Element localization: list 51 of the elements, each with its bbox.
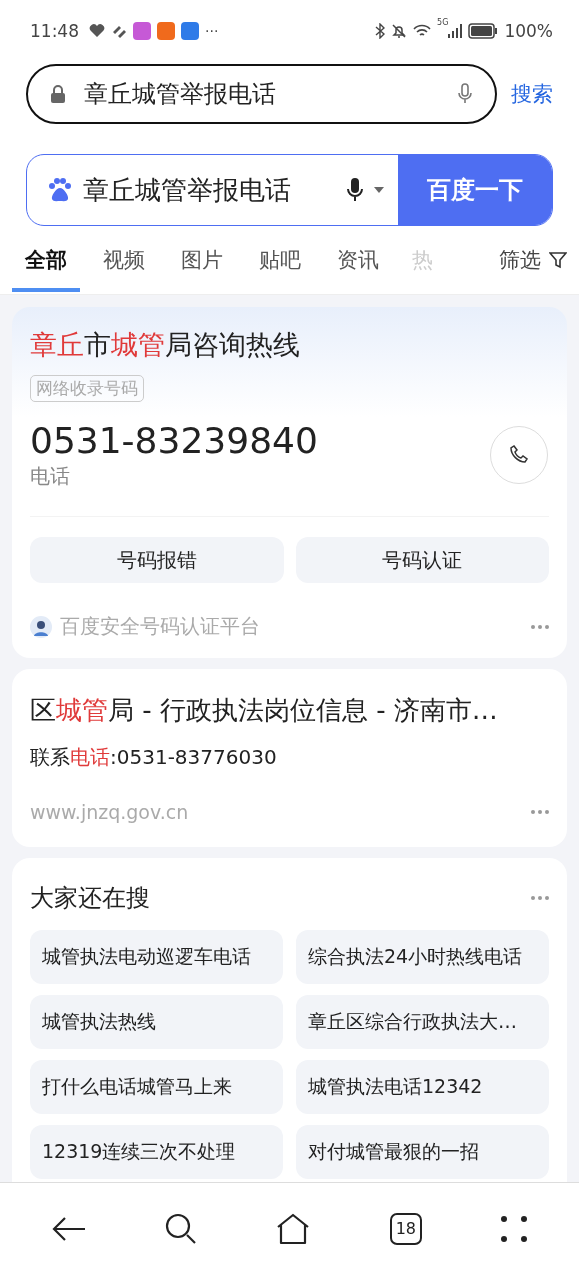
result-title[interactable]: 区城管局 - 行政执法岗位信息 - 济南市… [30, 693, 549, 728]
tab[interactable]: 视频 [90, 228, 158, 292]
number-label: 电话 [30, 463, 71, 490]
tab[interactable]: 资讯 [324, 228, 392, 292]
app-icon [181, 22, 199, 40]
related-search[interactable]: 打什么电话城管马上来 [30, 1060, 283, 1114]
action-button[interactable]: 号码报错 [30, 537, 284, 583]
network-label: 5G [437, 18, 449, 27]
section-title: 大家还在搜 [30, 883, 150, 914]
app-icon [133, 22, 151, 40]
more-icon[interactable] [531, 810, 549, 814]
related-search[interactable]: 对付城管最狠的一招 [296, 1125, 549, 1179]
related-search[interactable]: 城管执法热线 [30, 995, 283, 1049]
action-button[interactable]: 号码认证 [295, 537, 549, 583]
wifi-icon [413, 24, 432, 38]
stripes-icon [111, 24, 127, 38]
search-icon[interactable] [165, 1212, 198, 1245]
search-button[interactable]: 搜索 [511, 80, 553, 108]
more-icon[interactable] [531, 624, 549, 629]
source-label: 百度安全号码认证平台 [60, 613, 260, 640]
more-notifications: ··· [205, 23, 219, 39]
avatar-icon [30, 615, 52, 638]
battery-level: 100% [504, 21, 553, 41]
result-snippet: 联系电话:0531-83776030 [30, 744, 278, 771]
bluetooth-icon [375, 23, 386, 39]
tag: 网络收录号码 [30, 375, 144, 402]
tabs-button[interactable]: 18 [389, 1212, 422, 1245]
app-icon [157, 22, 175, 40]
tab[interactable]: 贴吧 [246, 228, 314, 292]
related-search[interactable]: 12319连续三次不处理 [30, 1125, 283, 1179]
filter-button[interactable]: 筛选 [493, 245, 573, 275]
related-search[interactable]: 综合执法24小时热线电话 [296, 930, 549, 984]
related-search[interactable]: 城管执法电话12342 [296, 1060, 549, 1114]
phone-icon [508, 444, 530, 466]
home-icon[interactable] [276, 1212, 311, 1245]
filter-icon [549, 251, 567, 269]
related-search[interactable]: 章丘区综合行政执法大… [296, 995, 549, 1049]
status-time: 11:48 [30, 21, 79, 41]
related-search[interactable]: 城管执法电动巡逻车电话 [30, 930, 283, 984]
back-icon[interactable] [51, 1215, 86, 1242]
more-icon[interactable] [531, 896, 549, 900]
result-title[interactable]: 章丘市城管局咨询热线 [30, 327, 549, 363]
menu-icon[interactable] [501, 1215, 528, 1242]
mute-icon [391, 23, 408, 39]
signal-icon [448, 24, 463, 38]
tab[interactable]: 图片 [168, 228, 236, 292]
address-bar[interactable]: 章丘城管举报电话 [26, 64, 497, 124]
battery-icon [468, 23, 499, 39]
phone-number: 0531-83239840 [30, 420, 319, 461]
lock-icon [50, 84, 66, 104]
heart-icon [89, 24, 105, 38]
